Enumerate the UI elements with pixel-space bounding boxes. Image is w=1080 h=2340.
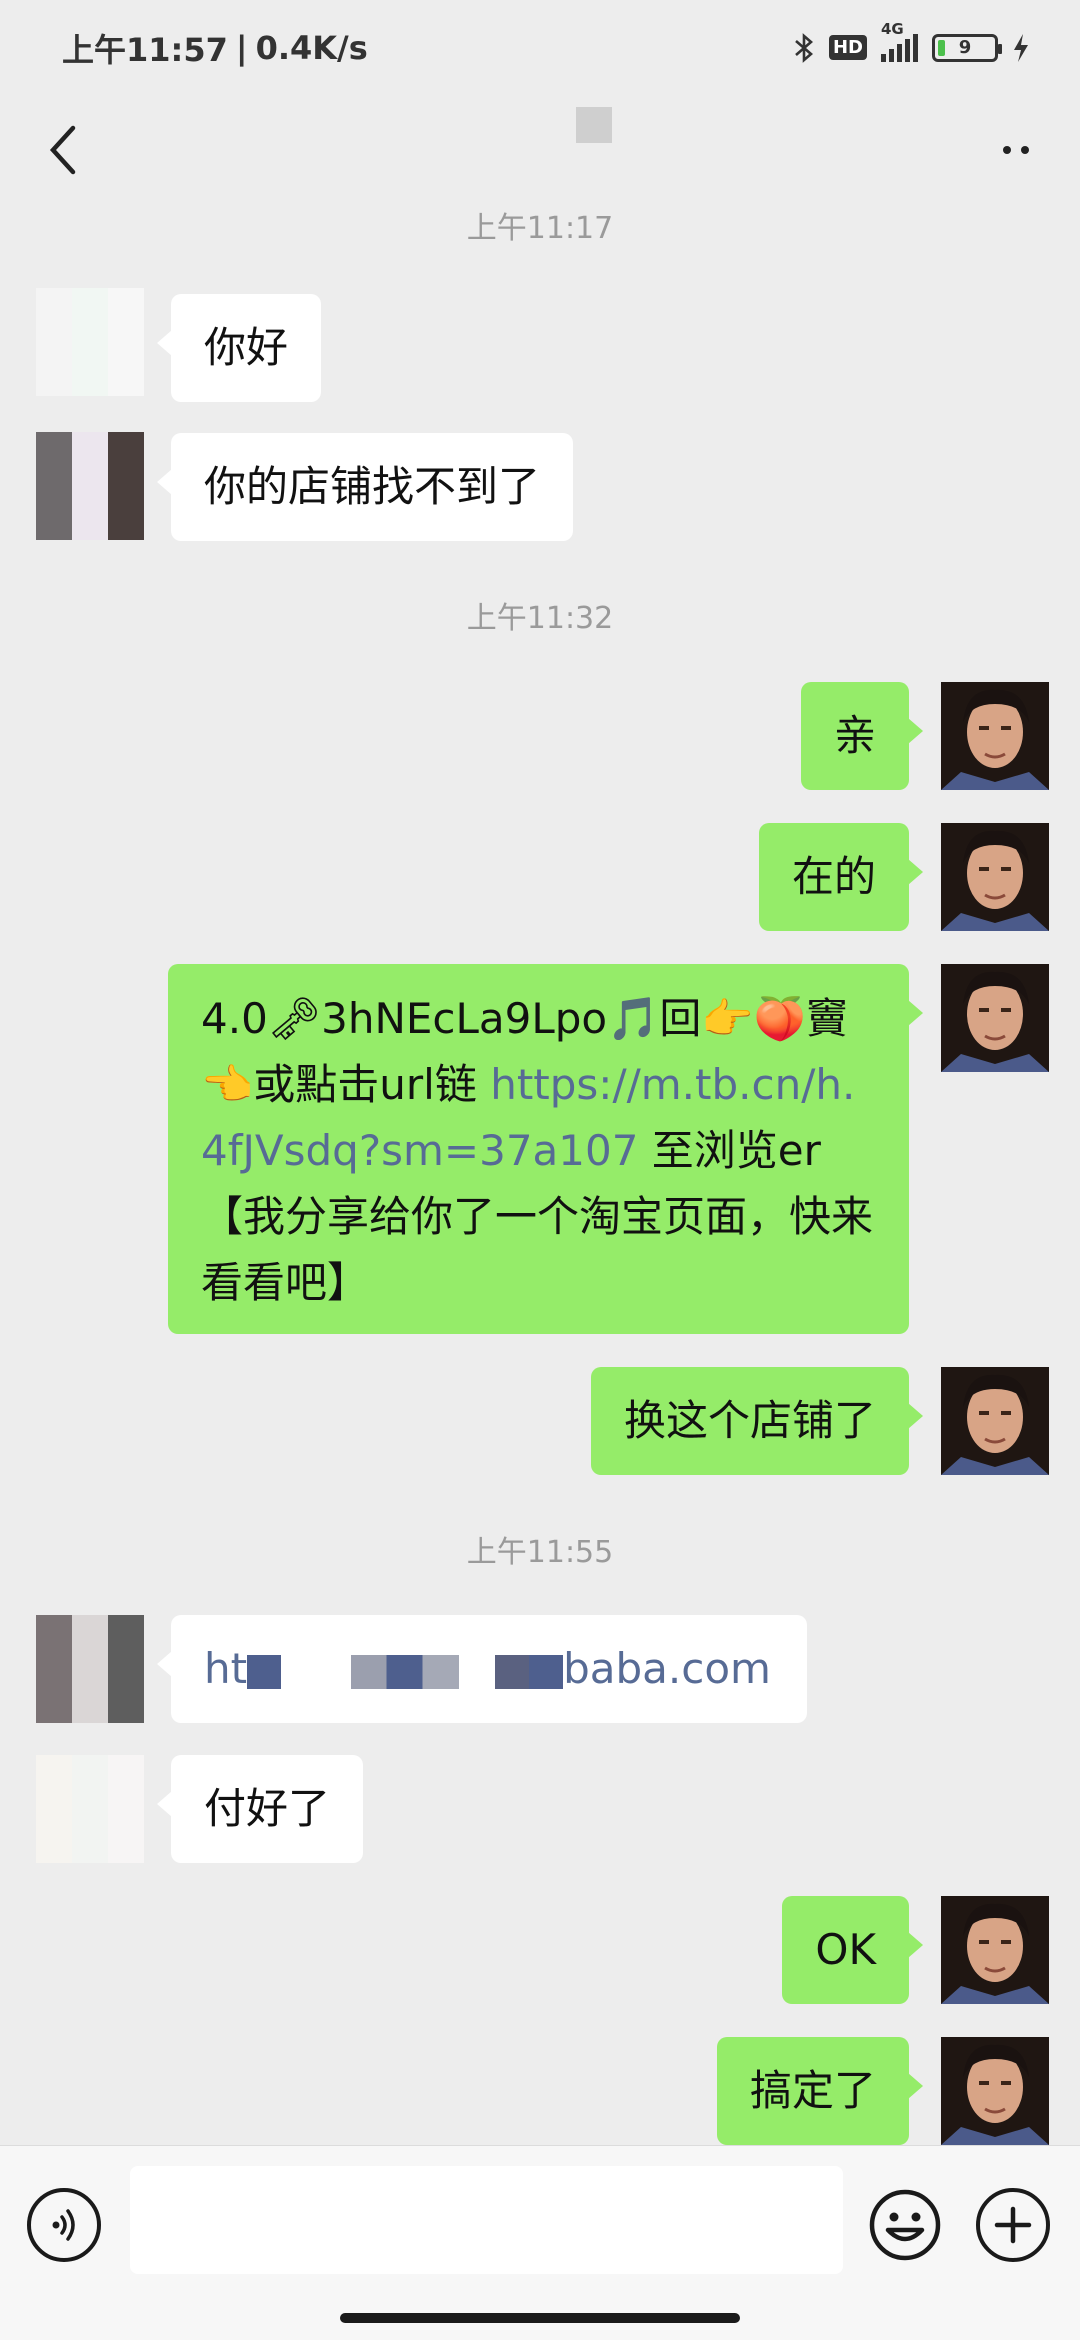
redaction-block: [247, 1654, 282, 1689]
chat-title-redacted: [576, 107, 612, 143]
input-bar: [0, 2145, 1080, 2340]
message-bubble-other[interactable]: ht baba.com: [157, 1615, 807, 1723]
avatar-mosaic: [36, 1755, 144, 1863]
back-button[interactable]: [30, 117, 96, 183]
timestamp: 上午11:32: [466, 601, 614, 636]
message-text: 你好: [204, 323, 289, 372]
message-bubble-self[interactable]: 亲: [800, 682, 924, 790]
self-avatar[interactable]: [941, 2037, 1049, 2145]
link-start: ht: [204, 1644, 248, 1693]
timestamp: 上午11:17: [466, 211, 614, 246]
portrait-avatar-icon: [941, 1367, 1049, 1475]
message-text: 你的店铺找不到了: [204, 462, 541, 511]
message-bubble-other[interactable]: 付好了: [156, 1755, 364, 1863]
message-bubble-self[interactable]: OK: [782, 1896, 923, 2004]
charging-icon: [1014, 33, 1028, 62]
timestamp: 上午11:55: [466, 1535, 614, 1570]
portrait-avatar-icon: [941, 2037, 1049, 2145]
contact-avatar[interactable]: [36, 432, 144, 540]
emoji-button[interactable]: [868, 2188, 942, 2262]
portrait-avatar-icon: [941, 823, 1049, 931]
chevron-left-icon: [49, 125, 76, 175]
status-right: HD 4G 9: [793, 20, 1030, 64]
network-speed: 0.4K/s: [255, 28, 368, 67]
message-bubble-other[interactable]: 你好: [156, 294, 322, 402]
status-bar: 上午11:57 | 0.4K/s HD 4G 9: [0, 0, 1080, 95]
avatar-mosaic: [36, 432, 144, 540]
self-avatar[interactable]: [941, 964, 1049, 1072]
message-bubble-self[interactable]: 在的: [758, 823, 924, 931]
message-text: 付好了: [204, 1784, 331, 1833]
avatar-mosaic: [36, 1615, 144, 1723]
status-separator: |: [235, 28, 248, 67]
portrait-avatar-icon: [941, 964, 1049, 1072]
plus-button[interactable]: [976, 2188, 1050, 2262]
more-dots-icon: [1003, 146, 1029, 154]
emoji-icon: [869, 2189, 941, 2261]
avatar-mosaic: [36, 288, 144, 396]
message-bubble-self[interactable]: 4.0🗝3hNEcLa9Lpo🎵回👉🍑竇👈或點击url链 https://m.t…: [168, 964, 923, 1334]
message-bubble-other[interactable]: 你的店铺找不到了: [156, 433, 574, 541]
portrait-avatar-icon: [941, 682, 1049, 790]
contact-avatar[interactable]: [36, 1755, 144, 1863]
redaction-block: [495, 1654, 564, 1689]
self-avatar[interactable]: [941, 823, 1049, 931]
self-avatar[interactable]: [941, 682, 1049, 790]
hd-icon: HD: [828, 35, 867, 60]
signal-label: 4G: [881, 19, 904, 38]
message-text: 换这个店铺了: [623, 1396, 876, 1445]
more-button[interactable]: [984, 117, 1050, 183]
redaction-block: [351, 1654, 460, 1689]
portrait-avatar-icon: [941, 1896, 1049, 2004]
message-bubble-self[interactable]: 搞定了: [716, 2037, 924, 2145]
message-list[interactable]: 上午11:17 你好 你的店铺找不到了 上午11:32 亲 在的 4.0🗝3hN…: [0, 190, 1080, 2145]
status-left: 上午11:57 | 0.4K/s: [62, 25, 368, 71]
link-end: baba.com: [563, 1644, 771, 1693]
battery-icon: 9: [932, 33, 1002, 62]
battery-value: 9: [958, 37, 972, 58]
signal-icon: 4G: [881, 20, 918, 62]
status-time: 上午11:57: [62, 30, 228, 69]
message-text: 搞定了: [749, 2066, 876, 2115]
voice-button[interactable]: [27, 2188, 101, 2262]
message-text: 亲: [833, 711, 876, 760]
plus-icon: [994, 2206, 1032, 2244]
contact-avatar[interactable]: [36, 288, 144, 396]
self-avatar[interactable]: [941, 1367, 1049, 1475]
battery-level: [938, 39, 945, 56]
bluetooth-icon: [795, 32, 813, 63]
message-link[interactable]: ht baba.com: [204, 1644, 771, 1693]
message-text: 在的: [791, 852, 876, 901]
contact-avatar[interactable]: [36, 1615, 144, 1723]
message-text: OK: [815, 1925, 876, 1974]
message-input[interactable]: [130, 2166, 843, 2274]
voice-icon: [52, 2209, 75, 2241]
self-avatar[interactable]: [941, 1896, 1049, 2004]
home-indicator[interactable]: [340, 2313, 740, 2323]
message-bubble-self[interactable]: 换这个店铺了: [590, 1367, 924, 1475]
